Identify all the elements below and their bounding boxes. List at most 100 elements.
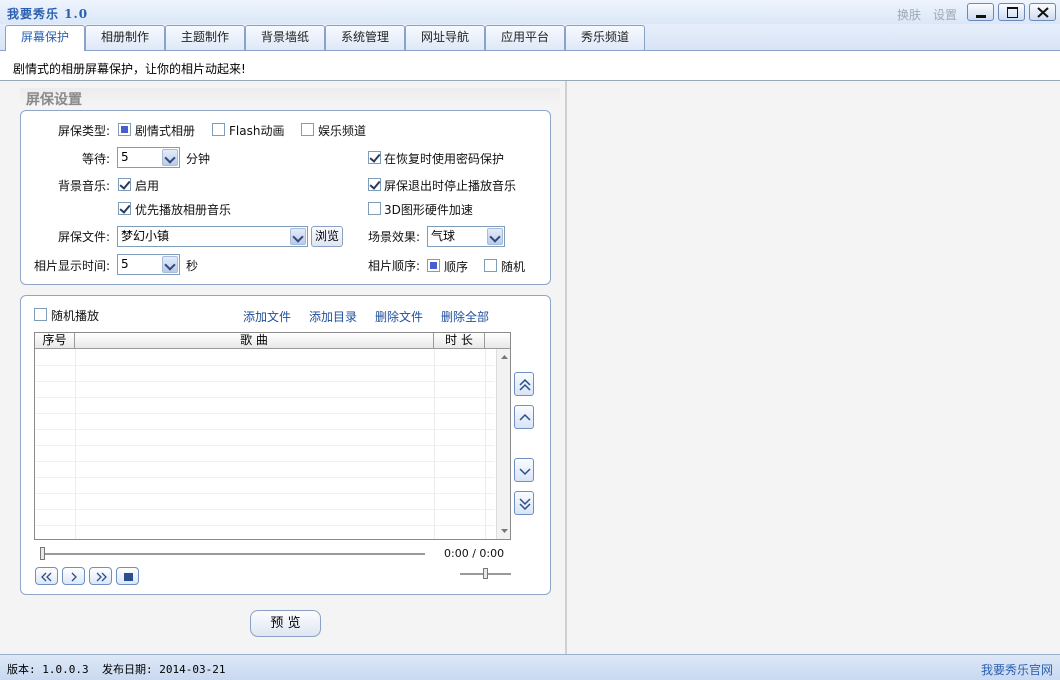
progress-track[interactable] bbox=[40, 553, 425, 555]
previous-icon bbox=[41, 572, 52, 582]
version-text: 版本: 1.0.0.3 bbox=[7, 663, 89, 676]
tab-album-making[interactable]: 相册制作 bbox=[85, 25, 165, 50]
wait-unit: 分钟 bbox=[186, 152, 211, 166]
scene-value: 气球 bbox=[431, 229, 456, 243]
scene-label: 场景效果: bbox=[367, 230, 420, 244]
maximize-button[interactable] bbox=[998, 3, 1025, 21]
move-down-icon bbox=[519, 468, 531, 476]
scene-select[interactable]: 气球 bbox=[427, 226, 505, 247]
delete-all-link[interactable]: 删除全部 bbox=[441, 308, 489, 325]
order-random-radio[interactable] bbox=[484, 259, 497, 272]
grid-line bbox=[434, 349, 435, 539]
playlist-table[interactable]: 序号 歌 曲 时 长 bbox=[34, 332, 511, 540]
tab-app-platform[interactable]: 应用平台 bbox=[485, 25, 565, 50]
next-button[interactable] bbox=[89, 567, 112, 585]
grid-line bbox=[35, 445, 495, 446]
minimize-button[interactable] bbox=[967, 3, 994, 21]
tab-description: 剧情式的相册屏幕保护，让你的相片动起来! bbox=[13, 62, 246, 76]
order-sequential-label: 顺序 bbox=[444, 260, 469, 274]
tab-system[interactable]: 系统管理 bbox=[325, 25, 405, 50]
next-icon bbox=[96, 572, 107, 582]
move-top-button[interactable] bbox=[514, 372, 534, 396]
tab-theme-making[interactable]: 主题制作 bbox=[165, 25, 245, 50]
stop-icon bbox=[124, 573, 133, 581]
play-button[interactable] bbox=[62, 567, 85, 585]
wait-select[interactable]: 5 bbox=[117, 147, 180, 168]
time-display: 0:00 / 0:00 bbox=[444, 547, 505, 560]
wait-value: 5 bbox=[121, 150, 129, 164]
type-album-radio[interactable] bbox=[118, 123, 131, 136]
move-down-button[interactable] bbox=[514, 458, 534, 482]
column-header-duration[interactable]: 时 长 bbox=[434, 333, 485, 349]
preview-panel bbox=[567, 81, 1060, 654]
browse-button[interactable]: 浏览 bbox=[311, 226, 343, 247]
website-link[interactable]: 我要秀乐官网 bbox=[981, 661, 1053, 678]
tab-screensaver[interactable]: 屏幕保护 bbox=[5, 25, 85, 51]
volume-thumb[interactable] bbox=[483, 568, 488, 579]
photo-time-label: 相片显示时间: bbox=[33, 259, 110, 273]
file-select[interactable]: 梦幻小镇 bbox=[117, 226, 308, 247]
tab-wallpaper[interactable]: 背景墙纸 bbox=[245, 25, 325, 50]
grid-line bbox=[35, 381, 495, 382]
close-button[interactable] bbox=[1029, 3, 1056, 21]
order-label: 相片顺序: bbox=[367, 259, 420, 273]
grid-line bbox=[35, 365, 495, 366]
stop-button[interactable] bbox=[116, 567, 139, 585]
wait-label: 等待: bbox=[81, 152, 110, 166]
previous-button[interactable] bbox=[35, 567, 58, 585]
grid-line bbox=[35, 477, 495, 478]
type-channel-radio[interactable] bbox=[301, 123, 314, 136]
type-channel-label: 娱乐频道 bbox=[318, 124, 367, 138]
chevron-down-icon bbox=[487, 228, 503, 245]
prefer-album-music-label: 优先播放相册音乐 bbox=[135, 203, 232, 217]
tab-divider bbox=[0, 50, 1060, 51]
hw-accel-checkbox[interactable] bbox=[368, 202, 381, 215]
grid-line bbox=[35, 509, 495, 510]
stop-music-checkbox[interactable] bbox=[368, 178, 381, 191]
photo-time-value: 5 bbox=[121, 257, 129, 271]
delete-file-link[interactable]: 删除文件 bbox=[375, 308, 423, 325]
preview-button[interactable]: 预 览 bbox=[250, 610, 321, 637]
scroll-arrows-icon bbox=[501, 355, 508, 533]
playlist-scrollbar[interactable] bbox=[496, 349, 510, 539]
chevron-down-icon bbox=[162, 149, 178, 166]
photo-time-unit: 秒 bbox=[186, 259, 199, 273]
grid-line bbox=[35, 397, 495, 398]
move-bottom-button[interactable] bbox=[514, 491, 534, 515]
shuffle-checkbox[interactable] bbox=[34, 308, 47, 321]
bgm-label: 背景音乐: bbox=[57, 179, 110, 193]
chevron-down-icon bbox=[290, 228, 306, 245]
bgm-enable-checkbox[interactable] bbox=[118, 178, 131, 191]
maximize-icon bbox=[1007, 7, 1018, 18]
grid-line bbox=[35, 525, 495, 526]
section-title: 屏保设置 bbox=[26, 92, 82, 108]
prefer-album-music-checkbox[interactable] bbox=[118, 202, 131, 215]
order-random-label: 随机 bbox=[501, 260, 526, 274]
order-sequential-radio[interactable] bbox=[427, 259, 440, 272]
type-flash-radio[interactable] bbox=[212, 123, 225, 136]
grid-line bbox=[35, 461, 495, 462]
chevron-down-icon bbox=[162, 256, 178, 273]
add-file-link[interactable]: 添加文件 bbox=[243, 308, 291, 325]
app-title: 我要秀乐 1.0 bbox=[7, 7, 89, 21]
grid-line bbox=[35, 429, 495, 430]
column-header-filler bbox=[485, 333, 510, 349]
password-protect-checkbox[interactable] bbox=[368, 151, 381, 164]
grid-line bbox=[35, 493, 495, 494]
photo-time-select[interactable]: 5 bbox=[117, 254, 180, 275]
column-header-index[interactable]: 序号 bbox=[35, 333, 75, 349]
move-up-button[interactable] bbox=[514, 405, 534, 429]
tab-url-nav[interactable]: 网址导航 bbox=[405, 25, 485, 50]
add-folder-link[interactable]: 添加目录 bbox=[309, 308, 357, 325]
settings-link[interactable]: 设置 bbox=[933, 6, 957, 23]
skin-link[interactable]: 换肤 bbox=[897, 6, 921, 23]
progress-thumb[interactable] bbox=[40, 547, 45, 560]
type-label: 屏保类型: bbox=[57, 124, 110, 138]
type-album-label: 剧情式相册 bbox=[135, 124, 196, 138]
play-icon bbox=[71, 572, 77, 582]
tab-xiule-channel[interactable]: 秀乐频道 bbox=[565, 25, 645, 50]
shuffle-label: 随机播放 bbox=[51, 309, 100, 323]
column-header-song[interactable]: 歌 曲 bbox=[75, 333, 434, 349]
close-icon bbox=[1037, 7, 1049, 18]
file-label: 屏保文件: bbox=[57, 230, 110, 244]
